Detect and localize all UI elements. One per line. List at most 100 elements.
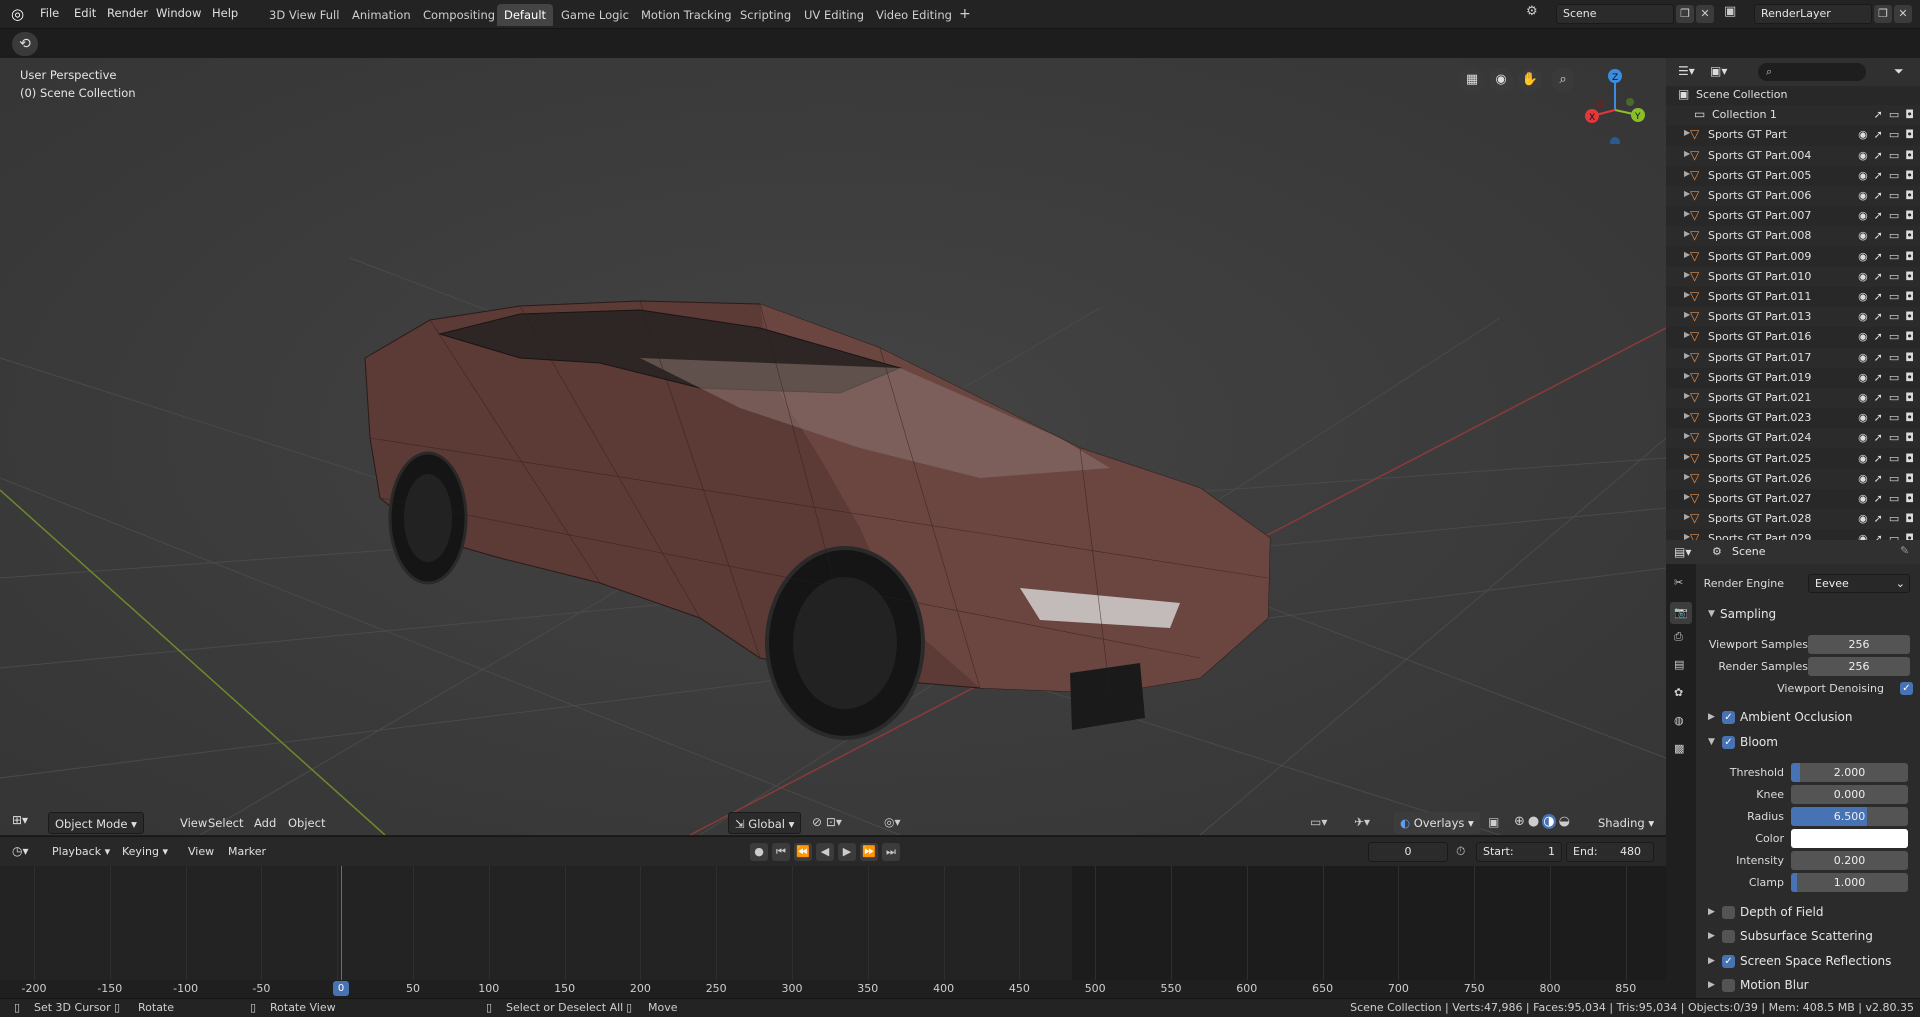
render-camera-icon[interactable]: ◘ [1905, 371, 1914, 384]
pin-icon[interactable]: ✎ [1900, 544, 1909, 557]
panel-enable-checkbox[interactable] [1722, 978, 1735, 992]
toggle-camera-view-icon[interactable]: ▦ [1460, 68, 1484, 92]
close-layer-icon[interactable]: ✕ [1894, 5, 1912, 23]
select-arrow-icon[interactable]: ➚ [1874, 169, 1883, 182]
tab-uv-editing[interactable]: UV Editing [797, 4, 871, 26]
menu-help[interactable]: Help [212, 6, 238, 20]
render-camera-icon[interactable]: ◘ [1905, 431, 1914, 444]
render-camera-icon[interactable]: ◘ [1905, 452, 1914, 465]
render-camera-icon[interactable]: ◘ [1905, 128, 1914, 141]
monitor-icon[interactable]: ▭ [1889, 391, 1899, 404]
outliner-object-row[interactable]: ▶ ▽ Sports GT Part.025 ◉ ➚ ▭ ◘ [1666, 449, 1920, 469]
current-frame-field[interactable]: 0 [1368, 842, 1448, 862]
render-engine-dropdown[interactable]: Eevee ⌄ [1808, 574, 1910, 593]
select-arrow-icon[interactable]: ➚ [1874, 431, 1883, 444]
editor-type-icon[interactable]: ⊞▾ [12, 813, 28, 827]
monitor-icon[interactable]: ▭ [1889, 492, 1899, 505]
select-arrow-icon[interactable]: ➚ [1874, 330, 1883, 343]
outliner-object-row[interactable]: ▶ ▽ Sports GT Part.006 ◉ ➚ ▭ ◘ [1666, 186, 1920, 206]
render-camera-icon[interactable]: ◘ [1905, 209, 1914, 222]
bloom-checkbox[interactable]: ✓ [1722, 736, 1735, 749]
monitor-icon[interactable]: ▭ [1889, 108, 1899, 121]
marker-menu[interactable]: Marker [228, 845, 266, 858]
playback-menu[interactable]: Playback ▾ [52, 845, 110, 858]
render-camera-icon[interactable]: ◘ [1905, 330, 1914, 343]
monitor-icon[interactable]: ▭ [1889, 270, 1899, 283]
menu-object[interactable]: Object [282, 812, 331, 834]
render-camera-icon[interactable]: ◘ [1905, 512, 1914, 525]
select-arrow-icon[interactable]: ➚ [1874, 351, 1883, 364]
tab-motion-tracking[interactable]: Motion Tracking [634, 4, 739, 26]
view-layer-tab-icon[interactable]: ▤ [1674, 658, 1684, 671]
render-camera-icon[interactable]: ◘ [1905, 411, 1914, 424]
tab-game-logic[interactable]: Game Logic [554, 4, 636, 26]
viewport-samples-field[interactable]: 256 [1808, 635, 1910, 654]
current-frame-marker[interactable]: 0 [333, 981, 349, 996]
keying-menu[interactable]: Keying ▾ [122, 845, 168, 858]
outliner-scene-collection[interactable]: ▣ Scene Collection [1666, 85, 1920, 105]
visibility-eye-icon[interactable]: ◉ [1858, 209, 1868, 222]
stopwatch-icon[interactable]: ⏱ [1456, 844, 1465, 859]
play-reverse-icon[interactable]: ◀ [816, 843, 834, 861]
visibility-eye-icon[interactable]: ◉ [1858, 229, 1868, 242]
render-camera-icon[interactable]: ◘ [1905, 270, 1914, 283]
outliner-object-row[interactable]: ▶ ▽ Sports GT Part.028 ◉ ➚ ▭ ◘ [1666, 509, 1920, 530]
select-arrow-icon[interactable]: ➚ [1874, 512, 1883, 525]
select-arrow-icon[interactable]: ➚ [1874, 209, 1883, 222]
panel-enable-checkbox[interactable] [1722, 930, 1735, 944]
render-layer-field[interactable]: RenderLayer [1754, 4, 1872, 24]
copy-layer-icon[interactable]: ❐ [1874, 5, 1892, 23]
select-arrow-icon[interactable]: ➚ [1874, 371, 1883, 384]
visibility-eye-icon[interactable]: ◉ [1858, 270, 1868, 283]
menu-render[interactable]: Render [107, 6, 148, 20]
visibility-eye-icon[interactable]: ◉ [1858, 472, 1868, 485]
monitor-icon[interactable]: ▭ [1889, 310, 1899, 323]
panel-enable-checkbox[interactable] [1722, 906, 1735, 919]
outliner-object-row[interactable]: ▶ ▽ Sports GT Part.009 ◉ ➚ ▭ ◘ [1666, 247, 1920, 267]
select-arrow-icon[interactable]: ➚ [1874, 532, 1883, 540]
close-scene-icon[interactable]: ✕ [1696, 5, 1714, 23]
monitor-icon[interactable]: ▭ [1889, 472, 1899, 485]
timeline-area[interactable]: 0 -200 -150 -100 -50 50 100 150 200 250 300 350 400… [0, 866, 1666, 998]
select-arrow-icon[interactable]: ➚ [1874, 108, 1883, 121]
select-arrow-icon[interactable]: ➚ [1874, 452, 1883, 465]
render-camera-icon[interactable]: ◘ [1905, 290, 1914, 303]
visibility-eye-icon[interactable]: ◉ [1858, 310, 1868, 323]
tab-3d-view-full[interactable]: 3D View Full [262, 4, 346, 26]
visibility-eye-icon[interactable]: ◉ [1858, 391, 1868, 404]
outliner-object-row[interactable]: ▶ ▽ Sports GT Part.029 ◉ ➚ ▭ ◘ [1666, 529, 1920, 540]
select-arrow-icon[interactable]: ➚ [1874, 310, 1883, 323]
select-arrow-icon[interactable]: ➚ [1874, 492, 1883, 505]
monitor-icon[interactable]: ▭ [1889, 411, 1899, 424]
xray-icon[interactable]: ▣ [1488, 815, 1499, 829]
display-mode-icon[interactable]: ▣▾ [1710, 64, 1727, 78]
panel-header-motion-blur[interactable]: ▶ Motion Blur [1696, 974, 1920, 998]
next-keyframe-icon[interactable]: ⏩ [860, 843, 878, 861]
monitor-icon[interactable]: ▭ [1889, 209, 1899, 222]
knee-slider[interactable]: 0.000 [1791, 785, 1908, 804]
render-camera-icon[interactable]: ◘ [1905, 532, 1914, 540]
visibility-eye-icon[interactable]: ◉ [1858, 250, 1868, 263]
playhead[interactable] [341, 866, 342, 982]
transform-tool-icon[interactable]: ⟲ [12, 32, 38, 56]
zoom-icon[interactable]: ⌕ [1551, 68, 1575, 92]
bloom-color-swatch[interactable] [1791, 829, 1908, 848]
pan-hand-icon[interactable]: ✋ [1518, 68, 1542, 92]
render-camera-icon[interactable]: ◘ [1905, 149, 1914, 162]
render-camera-icon[interactable]: ◘ [1905, 229, 1914, 242]
select-arrow-icon[interactable]: ➚ [1874, 149, 1883, 162]
tool-tab-icon[interactable]: ✂ [1674, 576, 1683, 589]
visibility-eye-icon[interactable]: ◉ [1858, 169, 1868, 182]
outliner-object-row[interactable]: ▶ ▽ Sports GT Part.010 ◉ ➚ ▭ ◘ [1666, 266, 1920, 287]
scene-tab-icon[interactable]: ✿ [1674, 686, 1683, 699]
ambient-occlusion-checkbox[interactable]: ✓ [1722, 711, 1735, 724]
monitor-icon[interactable]: ▭ [1889, 452, 1899, 465]
render-camera-icon[interactable]: ◘ [1905, 169, 1914, 182]
camera-icon[interactable]: ◉ [1489, 68, 1513, 92]
render-camera-icon[interactable]: ◘ [1905, 391, 1914, 404]
play-icon[interactable]: ▶ [838, 843, 856, 861]
timeline-editor-icon[interactable]: ◷▾ [12, 844, 29, 858]
tab-scripting[interactable]: Scripting [733, 4, 798, 26]
monitor-icon[interactable]: ▭ [1889, 189, 1899, 202]
world-tab-icon[interactable]: ◍ [1674, 714, 1684, 727]
